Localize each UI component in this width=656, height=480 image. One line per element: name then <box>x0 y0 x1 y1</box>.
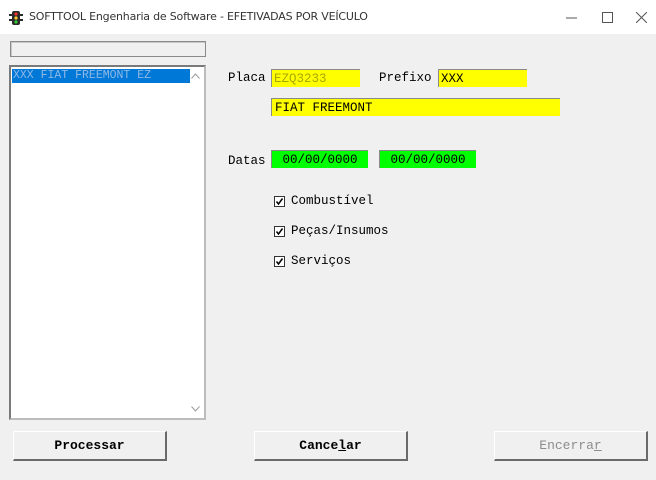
placa-label: Placa <box>228 71 266 85</box>
prefixo-field[interactable]: XXX <box>438 69 527 87</box>
cancelar-button[interactable]: Cancelar <box>254 431 408 461</box>
servicos-label: Serviços <box>291 254 352 268</box>
checkmark-icon <box>274 255 285 267</box>
minimize-icon[interactable] <box>556 6 586 28</box>
title-bar: SOFTTOOL Engenharia de Software - EFETIV… <box>0 0 656 34</box>
servicos-checkbox[interactable]: Serviços <box>274 254 351 268</box>
date-start-field[interactable]: 00/00/0000 <box>271 150 368 168</box>
scroll-down-icon[interactable] <box>188 403 202 415</box>
pecas-insumos-checkbox[interactable]: Peças/Insumos <box>274 224 389 238</box>
processar-button[interactable]: Processar <box>13 431 167 461</box>
datas-label: Datas <box>228 154 266 168</box>
processar-label: Processar <box>54 438 125 453</box>
combustivel-label: Combustível <box>291 194 374 208</box>
combustivel-checkbox[interactable]: Combustível <box>274 194 374 208</box>
vehicle-description-field[interactable]: FIAT FREEMONT <box>271 98 560 116</box>
prefixo-label: Prefixo <box>379 71 432 85</box>
traffic-light-icon[interactable] <box>9 11 23 25</box>
window-title: SOFTTOOL Engenharia de Software - EFETIV… <box>29 10 368 23</box>
list-item[interactable]: XXX FIAT FREEMONT EZ <box>12 69 190 83</box>
encerrar-label: Encerrar <box>539 438 602 453</box>
close-icon[interactable] <box>626 6 656 28</box>
date-end-field[interactable]: 00/00/0000 <box>379 150 476 168</box>
encerrar-button[interactable]: Encerrar <box>494 431 648 461</box>
vehicle-list[interactable]: XXX FIAT FREEMONT EZ <box>9 65 206 420</box>
checkmark-icon <box>274 195 285 207</box>
checkmark-icon <box>274 225 285 237</box>
maximize-icon[interactable] <box>592 6 622 28</box>
scroll-up-icon[interactable] <box>188 70 202 82</box>
pecas-insumos-label: Peças/Insumos <box>291 224 389 238</box>
placa-field[interactable]: EZQ3233 <box>271 69 360 87</box>
filter-box[interactable] <box>10 41 206 57</box>
cancelar-label: Cancelar <box>299 438 362 453</box>
